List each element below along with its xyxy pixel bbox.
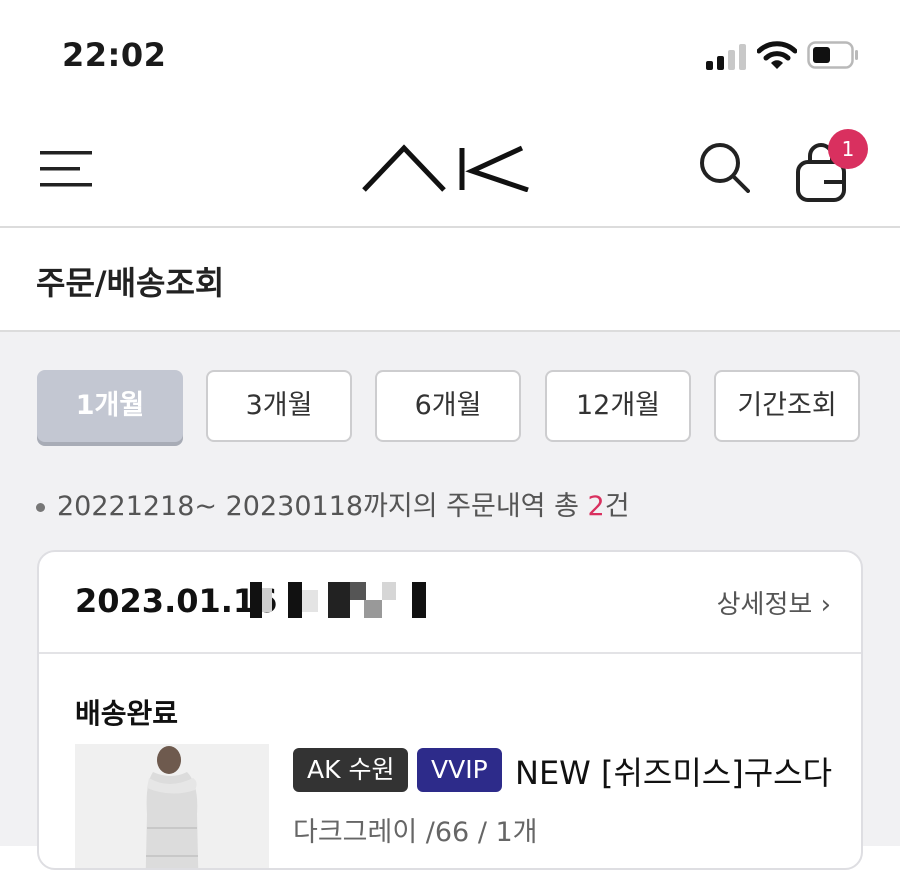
redacted-order-number bbox=[250, 582, 426, 618]
bullet-dot bbox=[36, 503, 45, 512]
cart-count-badge: 1 bbox=[828, 129, 868, 169]
order-summary: 20221218~ 20230118까지의 주문내역 총 2건 bbox=[36, 484, 630, 523]
page-title: 주문/배송조회 bbox=[36, 264, 225, 302]
product-thumbnail[interactable] bbox=[75, 744, 269, 870]
status-time: 22:02 bbox=[62, 36, 167, 74]
detail-link-label: 상세정보 bbox=[716, 590, 813, 620]
wifi-icon bbox=[757, 41, 797, 69]
delivery-status: 배송완료 bbox=[75, 697, 179, 730]
period-button-custom-range[interactable]: 기간조회 bbox=[714, 370, 860, 442]
battery-icon bbox=[807, 41, 858, 69]
status-bar: 22:02 bbox=[0, 0, 900, 110]
page-title-bar: 주문/배송조회 bbox=[0, 228, 900, 332]
ak-logo[interactable] bbox=[362, 144, 530, 192]
chevron-right-icon: › bbox=[820, 590, 831, 620]
order-card: 2023.01.16 상세정보 › 배송완료 AK 수원 VVIP NEW [쉬… bbox=[37, 550, 863, 870]
summary-suffix: 건 bbox=[604, 491, 630, 522]
order-content: 1개월 3개월 6개월 12개월 기간조회 20221218~ 20230118… bbox=[0, 332, 900, 870]
order-detail-link[interactable]: 상세정보 › bbox=[717, 584, 831, 621]
period-button-12-months[interactable]: 12개월 bbox=[545, 370, 691, 442]
summary-range-text: 20221218~ 20230118까지의 주문내역 총 bbox=[57, 491, 588, 522]
card-divider bbox=[39, 652, 861, 654]
vvip-tag: VVIP bbox=[417, 748, 502, 792]
hamburger-menu-icon[interactable] bbox=[40, 151, 92, 187]
period-button-1-month[interactable]: 1개월 bbox=[37, 370, 183, 442]
store-tag: AK 수원 bbox=[293, 748, 409, 792]
summary-count: 2 bbox=[587, 491, 605, 522]
period-button-3-months[interactable]: 3개월 bbox=[206, 370, 352, 442]
search-icon[interactable] bbox=[698, 141, 750, 193]
period-button-6-months[interactable]: 6개월 bbox=[375, 370, 521, 442]
product-name[interactable]: NEW [쉬즈미스]구스다 bbox=[515, 748, 832, 794]
product-option: 다크그레이 /66 / 1개 bbox=[293, 817, 538, 848]
cellular-signal-icon bbox=[706, 44, 748, 70]
app-header bbox=[0, 110, 900, 228]
